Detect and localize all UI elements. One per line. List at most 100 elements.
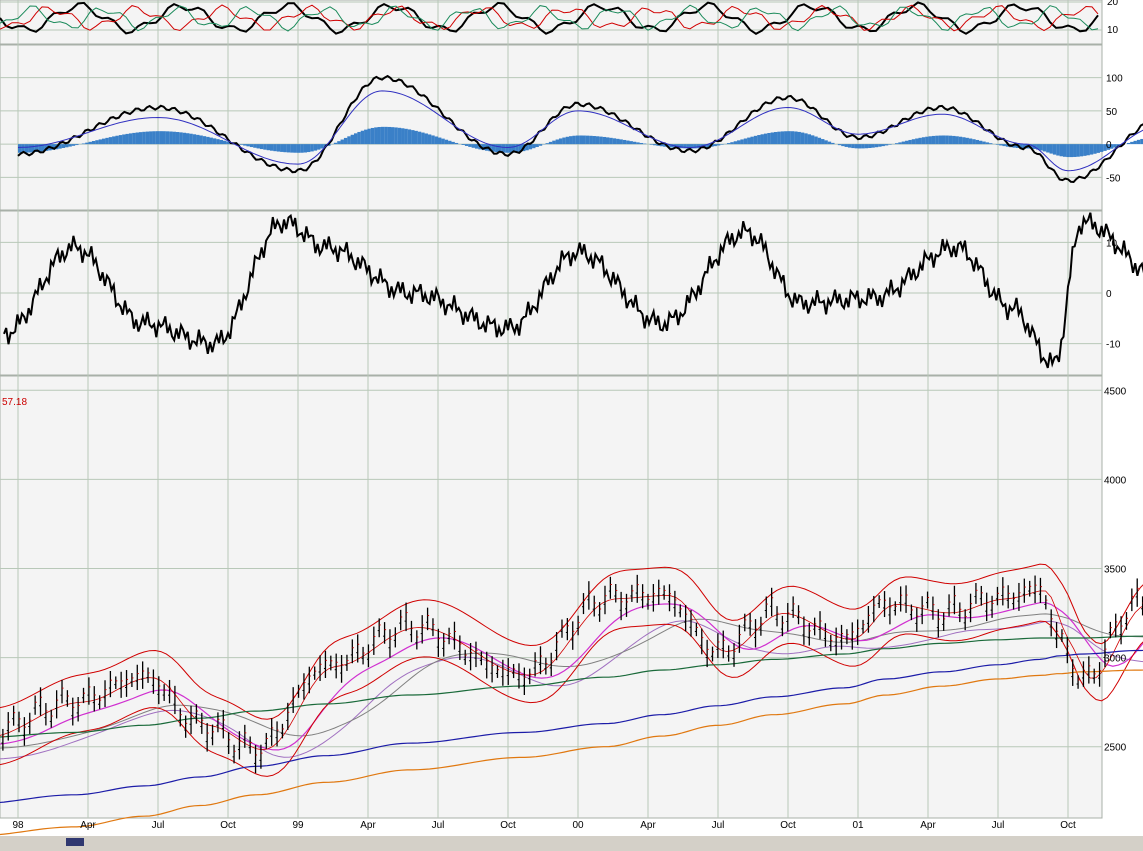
histogram-bar [1059, 144, 1063, 157]
histogram-bar [589, 135, 593, 145]
histogram-bar [720, 144, 724, 145]
y-tick-label: 3500 [1104, 564, 1127, 575]
y-tick-label: 4000 [1104, 475, 1127, 486]
histogram-bar [424, 133, 428, 145]
histogram-bar [169, 131, 173, 145]
histogram-bar [945, 135, 949, 145]
histogram-bar [975, 139, 979, 145]
histogram-bar [905, 140, 909, 145]
histogram-bar [145, 131, 150, 145]
histogram-bar [831, 142, 835, 145]
histogram-bar [263, 144, 267, 150]
histogram-bar [152, 131, 156, 145]
histogram-bar [387, 126, 391, 145]
histogram-bar [404, 128, 408, 145]
histogram-bar [347, 136, 351, 145]
histogram-bar [948, 135, 953, 145]
y-tick-label: -50 [1106, 173, 1121, 184]
histogram-bar [716, 144, 721, 146]
histogram-bar [622, 139, 627, 145]
histogram-bar [189, 133, 193, 145]
histogram-bar [357, 131, 361, 145]
y-tick-label: 20 [1107, 0, 1119, 8]
y-tick-label: 50 [1106, 107, 1118, 118]
histogram-bar [962, 137, 966, 145]
histogram-bar [606, 137, 610, 145]
histogram-bar [985, 142, 990, 145]
histogram-bar [313, 144, 318, 151]
histogram-bar [441, 138, 445, 145]
histogram-bar [122, 134, 126, 145]
histogram-bar [216, 139, 220, 145]
y-tick-label: 0 [1106, 289, 1112, 300]
histogram-bar [253, 144, 257, 148]
x-tick-label: Oct [1060, 820, 1076, 831]
histogram-bar [972, 139, 976, 145]
histogram-bar [931, 135, 936, 145]
histogram-bar [844, 144, 848, 147]
histogram-bar [837, 144, 842, 146]
histogram-bar [340, 139, 344, 145]
histogram-bar [733, 141, 738, 145]
histogram-bar [390, 127, 395, 145]
histogram-bar [1089, 144, 1094, 155]
histogram-bar [273, 144, 277, 152]
histogram-bar [901, 141, 906, 145]
histogram-bar [921, 137, 926, 145]
histogram-bar [162, 131, 166, 145]
histogram-bar [222, 140, 227, 145]
histogram-bar [636, 142, 640, 145]
histogram-bar [354, 133, 358, 145]
histogram-bar [632, 141, 637, 145]
x-tick-label: 99 [292, 820, 304, 831]
histogram-bar [175, 132, 180, 145]
histogram-bar [888, 144, 892, 145]
histogram-bar [212, 138, 217, 145]
histogram-bar [159, 131, 163, 145]
histogram-bar [112, 136, 116, 145]
histogram-bar [128, 133, 133, 145]
histogram-bar [182, 132, 187, 145]
histogram-bar [1086, 144, 1090, 156]
histogram-bar [942, 135, 946, 145]
histogram-bar [777, 131, 781, 145]
histogram-bar [528, 144, 533, 150]
histogram-bar [545, 143, 549, 145]
histogram-bar [908, 139, 912, 145]
histogram-bar [370, 127, 375, 145]
x-tick-label: Apr [640, 820, 656, 831]
y-tick-label: 10 [1106, 238, 1118, 249]
histogram-bar [726, 143, 731, 145]
histogram-bar [364, 129, 368, 145]
histogram-bar [871, 144, 875, 148]
stock-chart: 2010100500-50100-10450040003500300025009… [0, 0, 1143, 851]
histogram-bar [138, 132, 143, 145]
y-tick-label: 4500 [1104, 386, 1127, 397]
histogram-bar [306, 144, 311, 153]
histogram-bar [68, 144, 72, 147]
histogram-bar [88, 141, 92, 145]
histogram-bar [874, 144, 879, 148]
histogram-bar [1066, 144, 1070, 158]
histogram-bar [448, 140, 452, 145]
histogram-bar [743, 138, 748, 145]
histogram-bar [454, 142, 459, 145]
histogram-bar [293, 144, 297, 153]
histogram-bar [639, 142, 643, 145]
histogram-bar [444, 139, 449, 145]
histogram-bar [767, 132, 771, 145]
histogram-bar [911, 139, 916, 145]
histogram-bar [784, 131, 788, 145]
histogram-bar [955, 136, 959, 145]
histogram-bar [286, 144, 291, 153]
histogram-bar [774, 132, 778, 145]
histogram-bar [192, 134, 197, 145]
histogram-bar [982, 141, 986, 145]
x-tick-label: 01 [852, 820, 864, 831]
histogram-bar [770, 132, 775, 145]
histogram-bar [958, 136, 963, 145]
histogram-bar [841, 144, 845, 147]
histogram-bar [283, 144, 287, 153]
x-tick-label: 98 [12, 820, 24, 831]
histogram-bar [1056, 144, 1060, 156]
